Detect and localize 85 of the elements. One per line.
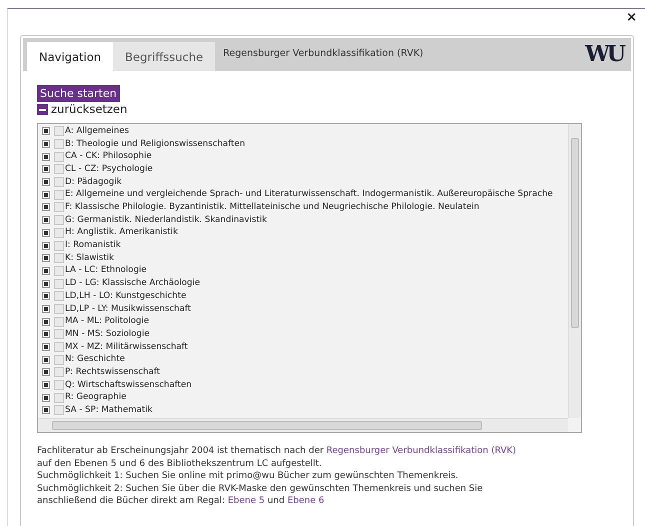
checkbox[interactable] [54, 291, 64, 302]
expand-icon[interactable] [42, 330, 50, 338]
expand-icon[interactable] [42, 228, 50, 237]
checkbox[interactable] [54, 253, 64, 264]
checkbox[interactable] [54, 228, 64, 238]
tree-item[interactable]: LD - LG: Klassische Archäologie [65, 277, 200, 290]
info-text: Suchmöglichkeit 2: Suchen Sie über die RVK-Maske den gewünschten Themenkreis und suchen Sie anschließend die Bücher direkt am Regal: Ebene 5 und Ebene 6 [37, 482, 484, 508]
tree-item[interactable]: K: Slawistik [65, 252, 114, 265]
expand-icon[interactable] [42, 394, 50, 402]
tree-item[interactable]: G: Germanistik. Niederlandistik. Skandinavistik [65, 214, 267, 227]
expand-icon[interactable] [42, 254, 50, 262]
vertical-scrollbar[interactable] [568, 124, 581, 418]
checkbox[interactable] [54, 304, 64, 314]
tree-item[interactable]: D: Pädagogik [65, 176, 122, 189]
expand-icon[interactable] [42, 178, 50, 186]
expand-icon[interactable] [42, 190, 50, 199]
tree-item[interactable]: SA - SP: Mathematik [65, 404, 152, 417]
expand-icon[interactable] [42, 381, 50, 390]
checkbox[interactable] [54, 316, 64, 327]
checkbox[interactable] [54, 354, 64, 365]
link[interactable]: Ebene 6 [287, 496, 324, 506]
expand-icon[interactable] [42, 292, 50, 300]
tree-item[interactable]: MA - ML: Politologie [65, 315, 149, 328]
expand-icon[interactable] [42, 343, 50, 352]
tree-item[interactable]: A: Allgemeines [65, 124, 130, 138]
expand-icon[interactable] [42, 140, 50, 148]
info-text: Suchmöglichkeit 1: Suchen Sie online mit primo@wu Bücher zum gewünschten Themenkreis. [37, 470, 460, 482]
tree-item[interactable]: LA - LC: Ethnologie [65, 264, 147, 278]
link[interactable]: Ebene 5 [228, 496, 265, 506]
expand-icon[interactable] [42, 216, 50, 224]
checkbox[interactable] [54, 139, 64, 150]
tree-item[interactable]: N: Geschichte [65, 353, 125, 366]
tree-item[interactable]: CL - CZ: Psychologie [65, 162, 153, 176]
reset-button[interactable]: zurücksetzen [37, 102, 128, 117]
checkbox[interactable] [54, 278, 64, 289]
tree-item[interactable]: F: Klassische Philologie. Byzantinistik. Mittellateinische und Neugriechische Philologie. Neulatein [65, 201, 480, 214]
tree-item[interactable]: CA - CK: Philosophie [65, 150, 152, 164]
expand-icon[interactable] [42, 266, 50, 275]
close-button[interactable]: × [626, 11, 637, 24]
tree-item[interactable]: H: Anglistik. Amerikanistik [65, 226, 178, 240]
checkbox[interactable] [54, 405, 64, 416]
checkbox[interactable] [54, 177, 64, 188]
tab[interactable]: Begriffssuche [113, 42, 216, 71]
header-title: Regensburger Verbundklassifikation (RVK) [223, 47, 424, 62]
expand-icon[interactable] [42, 356, 50, 364]
checkbox[interactable] [54, 164, 64, 174]
checkbox[interactable] [54, 392, 64, 403]
checkbox[interactable] [54, 126, 64, 136]
expand-icon[interactable] [42, 165, 50, 174]
checkbox[interactable] [54, 152, 64, 162]
checkbox[interactable] [54, 342, 64, 352]
expand-icon[interactable] [42, 127, 50, 136]
tree-item[interactable]: LD,LP - LY: Musikwissenschaft [65, 302, 192, 316]
expand-icon[interactable] [42, 304, 50, 313]
tree-item[interactable]: MN - MS: Soziologie [65, 328, 150, 341]
tree-item[interactable]: E: Allgemeine und vergleichende Sprach- und Literaturwissenschaft. Indogermanistik. Außereuropäische Sprache [65, 188, 553, 202]
expand-icon[interactable] [42, 242, 50, 250]
expand-icon[interactable] [42, 280, 50, 288]
tree-item[interactable]: P: Rechtswissenschaft [65, 366, 160, 379]
checkbox[interactable] [54, 329, 64, 340]
tree-item[interactable]: R: Geographie [65, 391, 126, 404]
minus-icon [37, 104, 48, 115]
search-button[interactable]: Suche starten [37, 85, 120, 102]
tree-item[interactable]: B: Theologie und Religionswissenschaften [65, 138, 246, 150]
checkbox[interactable] [54, 380, 64, 390]
tree-item[interactable]: I: Romanistik [65, 239, 121, 252]
expand-icon[interactable] [42, 318, 50, 326]
tab[interactable]: Navigation [27, 42, 114, 71]
tree-item[interactable]: MX - MZ: Militärwissenschaft [65, 340, 188, 354]
checkbox[interactable] [54, 266, 64, 276]
tree-item[interactable]: Q: Wirtschaftswissenschaften [65, 378, 192, 392]
checkbox[interactable] [54, 215, 64, 226]
expand-icon[interactable] [42, 203, 50, 212]
logo: WU [585, 40, 623, 69]
info-text: Fachliteratur ab Erscheinungsjahr 2004 ist thematisch nach der Regensburger Verbundklassifikation (RVK) auf den Ebenen 5 und 6 des Bibliothekszentrum LC aufgestellt. [37, 445, 518, 470]
checkbox[interactable] [54, 190, 64, 200]
expand-icon[interactable] [42, 368, 50, 376]
expand-icon[interactable] [42, 152, 50, 161]
checkbox[interactable] [54, 240, 64, 251]
link[interactable]: Regensburger Verbundklassifikation (RVK) [326, 446, 516, 456]
horizontal-scrollbar[interactable] [38, 418, 568, 432]
tree-item[interactable]: LD,LH - LO: Kunstgeschichte [65, 290, 186, 303]
checkbox[interactable] [54, 367, 64, 378]
expand-icon[interactable] [42, 406, 50, 414]
checkbox[interactable] [54, 202, 64, 212]
